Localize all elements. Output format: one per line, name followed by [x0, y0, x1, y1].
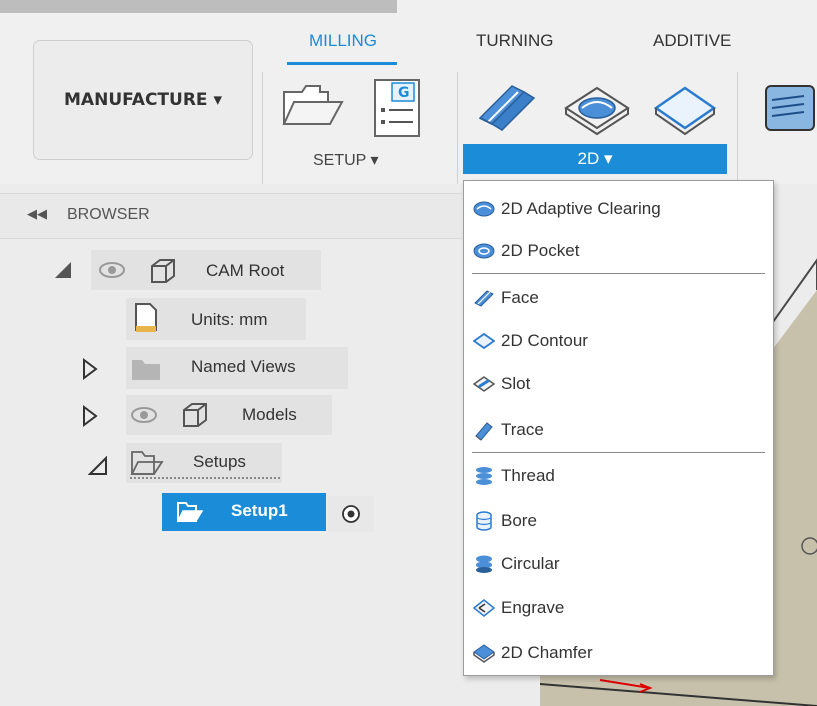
menu-divider — [472, 452, 765, 453]
tab-additive[interactable]: ADDITIVE — [653, 31, 731, 51]
component-icon — [183, 403, 207, 427]
2d-operations-menu: 2D Adaptive Clearing 2D Pocket Face 2D C… — [463, 180, 774, 676]
face-tool-icon[interactable] — [472, 78, 542, 134]
tab-milling[interactable]: MILLING — [309, 31, 377, 51]
menu-item-thread[interactable]: Thread — [464, 454, 773, 498]
title-strip — [0, 0, 397, 13]
collapsed-triangle-icon[interactable] — [82, 405, 98, 427]
thread-icon — [476, 467, 492, 485]
tree-label-models: Models — [242, 405, 297, 424]
expanded-triangle-icon[interactable] — [53, 260, 73, 280]
tree-label-cam-root: CAM Root — [206, 261, 285, 280]
contour-tool-icon[interactable] — [652, 82, 718, 136]
tree-label-setup1: Setup1 — [231, 501, 288, 520]
expanded-triangle-icon[interactable] — [88, 456, 108, 476]
menu-item-slot[interactable]: Slot — [464, 362, 773, 406]
menu-item-2d-adaptive-clearing[interactable]: 2D Adaptive Clearing — [464, 187, 773, 231]
engrave-icon — [473, 599, 495, 617]
tab-turning[interactable]: TURNING — [476, 31, 553, 51]
toolbar-separator — [457, 72, 458, 184]
chamfer-icon — [473, 644, 495, 663]
face-icon — [474, 290, 494, 307]
tree-label-setups: Setups — [193, 452, 246, 471]
workspace-label: MANUFACTURE ▾ — [64, 90, 222, 110]
slot-icon — [473, 376, 495, 392]
circular-icon — [476, 555, 492, 573]
setups-dotted-underline — [130, 474, 280, 479]
nc-program-icon[interactable]: G — [371, 78, 423, 140]
document-units-icon — [135, 303, 157, 332]
menu-item-2d-pocket[interactable]: 2D Pocket — [464, 229, 773, 273]
tree-label-units: Units: mm — [191, 310, 268, 329]
menu-item-bore[interactable]: Bore — [464, 499, 773, 543]
toolbar-separator — [737, 72, 738, 184]
folder-icon — [132, 360, 160, 380]
component-icon — [151, 259, 175, 283]
active-tab-indicator — [287, 62, 397, 65]
bore-icon — [476, 511, 492, 531]
2d-dropdown-button[interactable]: 2D ▾ — [463, 144, 727, 174]
tree-label-named-views: Named Views — [191, 357, 296, 376]
browser-title: BROWSER — [67, 206, 150, 223]
workspace-dropdown-button[interactable]: MANUFACTURE ▾ — [33, 40, 253, 160]
2d-dropdown-label: 2D ▾ — [577, 149, 613, 168]
visibility-eye-icon[interactable] — [130, 405, 158, 425]
menu-item-trace[interactable]: Trace — [464, 408, 773, 452]
trace-icon — [475, 422, 493, 441]
new-setup-folder-icon[interactable] — [280, 80, 350, 136]
3d-tool-icon[interactable] — [760, 78, 817, 138]
adaptive-clearing-icon — [473, 201, 495, 217]
setup-dropdown[interactable]: SETUP ▾ — [313, 150, 379, 170]
toolbar-separator — [262, 72, 263, 184]
menu-item-face[interactable]: Face — [464, 276, 773, 320]
pocket-icon — [473, 243, 495, 259]
adaptive-pocket-tool-icon[interactable] — [562, 82, 632, 136]
menu-divider — [472, 273, 765, 274]
menu-item-engrave[interactable]: Engrave — [464, 586, 773, 630]
menu-item-2d-chamfer[interactable]: 2D Chamfer — [464, 631, 773, 675]
active-radio-icon[interactable] — [340, 503, 362, 525]
contour-icon — [473, 332, 495, 350]
menu-item-circular[interactable]: Circular — [464, 542, 773, 586]
menu-item-2d-contour[interactable]: 2D Contour — [464, 319, 773, 363]
setup-icon — [176, 502, 204, 522]
collapsed-triangle-icon[interactable] — [82, 358, 98, 380]
collapse-panel-icon[interactable]: ◀◀ — [27, 207, 47, 222]
visibility-eye-icon[interactable] — [98, 260, 126, 280]
svg-text:G: G — [398, 85, 410, 101]
